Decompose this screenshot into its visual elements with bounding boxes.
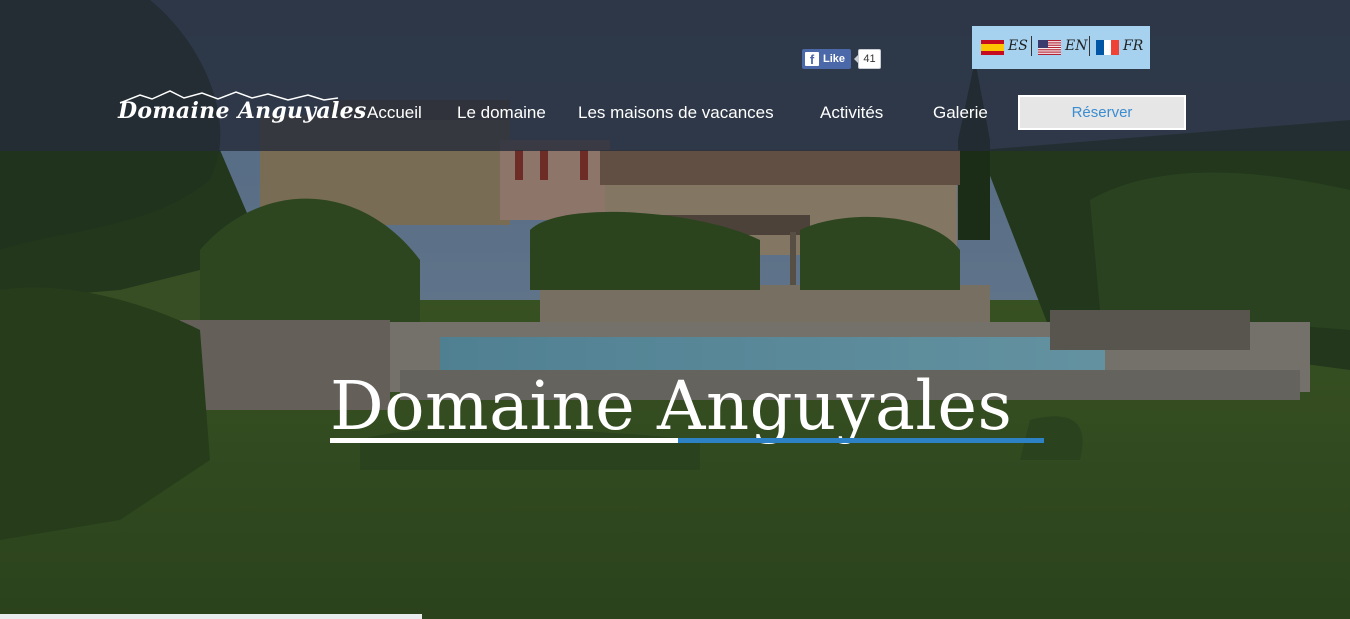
language-option-es[interactable]: ES [981, 38, 1031, 56]
language-switcher: ES EN FR [972, 26, 1150, 69]
hero-title-text: Domaine Anguyales [330, 367, 1013, 445]
language-code-es: ES [1008, 38, 1028, 54]
title-underline-white [330, 438, 678, 443]
reserve-button[interactable]: Réserver [1018, 95, 1186, 130]
facebook-like-label: Like [823, 53, 846, 65]
france-flag-icon [1096, 40, 1119, 55]
language-code-fr: FR [1123, 38, 1144, 54]
language-divider [1031, 36, 1032, 56]
nav-item-activites[interactable]: Activités [820, 103, 883, 123]
title-underline-blue [678, 438, 1044, 443]
nav-item-maisons-de-vacances[interactable]: Les maisons de vacances [578, 103, 774, 123]
language-option-fr[interactable]: FR [1096, 38, 1146, 56]
facebook-like-button[interactable]: f Like [802, 49, 851, 69]
scroll-progress-strip [0, 614, 422, 619]
main-navigation: Accueil Le domaine Les maisons de vacanc… [0, 103, 1000, 127]
nav-item-galerie[interactable]: Galerie [933, 103, 988, 123]
nav-item-accueil[interactable]: Accueil [367, 103, 422, 123]
language-code-en: EN [1065, 38, 1088, 54]
language-divider [1089, 36, 1090, 56]
nav-item-le-domaine[interactable]: Le domaine [457, 103, 546, 123]
language-option-en[interactable]: EN [1038, 38, 1088, 56]
facebook-icon: f [805, 52, 819, 67]
facebook-like-count: 41 [854, 49, 881, 69]
hero-title: Domaine Anguyales [330, 366, 1050, 446]
spain-flag-icon [981, 40, 1004, 55]
usa-flag-icon [1038, 40, 1061, 55]
